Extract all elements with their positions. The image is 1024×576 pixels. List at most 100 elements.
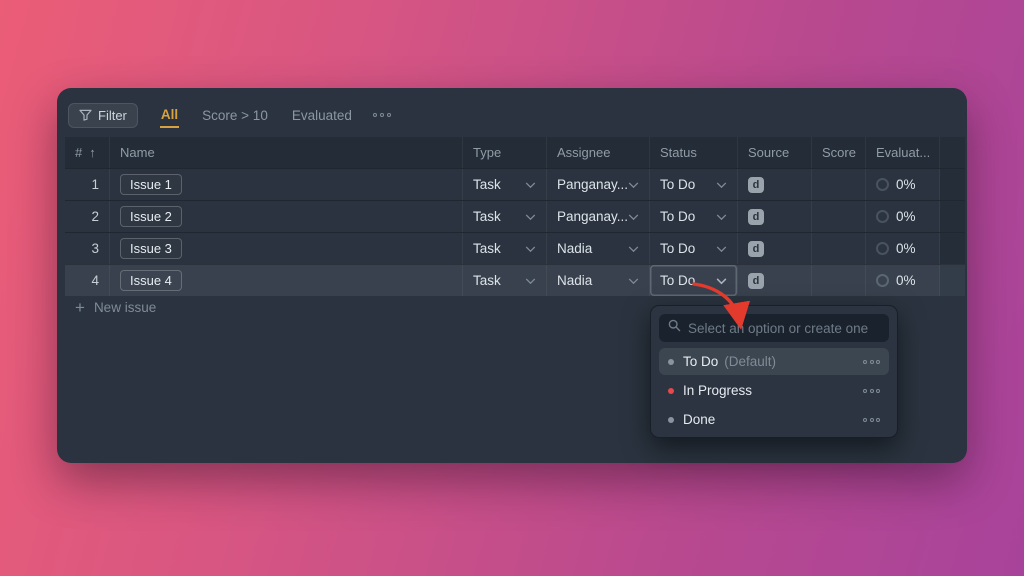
type-select[interactable]: Task xyxy=(463,169,547,200)
header-source[interactable]: Source xyxy=(738,137,812,168)
source-cell[interactable]: d xyxy=(738,233,812,264)
status-select-focused[interactable]: To Do xyxy=(650,265,738,296)
desktop-background: Filter All Score > 10 Evaluated # ↑ Name… xyxy=(0,0,1024,576)
progress-ring-icon xyxy=(876,210,889,223)
status-option-in-progress[interactable]: In Progress xyxy=(659,377,889,404)
progress-ring-icon xyxy=(876,242,889,255)
status-option-done[interactable]: Done xyxy=(659,406,889,433)
status-select[interactable]: To Do xyxy=(650,169,738,200)
header-number[interactable]: # ↑ xyxy=(65,137,110,168)
source-cell[interactable]: d xyxy=(738,169,812,200)
table-row: 3 Issue 3 Task Nadia To Do d xyxy=(65,232,965,264)
name-cell: Issue 1 xyxy=(110,169,463,200)
table-header-row: # ↑ Name Type Assignee Status Source Sco… xyxy=(65,137,965,168)
option-more-icon[interactable] xyxy=(863,360,880,364)
issue-name-chip[interactable]: Issue 2 xyxy=(120,206,182,227)
status-option-todo[interactable]: To Do (Default) xyxy=(659,348,889,375)
option-more-icon[interactable] xyxy=(863,418,880,422)
row-gutter xyxy=(940,169,965,200)
chevron-down-icon xyxy=(525,241,536,256)
table-row: 1 Issue 1 Task Panganay... To Do d xyxy=(65,168,965,200)
option-search-input[interactable] xyxy=(688,321,880,336)
chevron-down-icon xyxy=(525,177,536,192)
evaluated-cell[interactable]: 0% xyxy=(866,233,940,264)
header-score[interactable]: Score xyxy=(812,137,866,168)
header-gutter xyxy=(940,137,965,168)
status-dot-icon xyxy=(668,417,674,423)
evaluated-cell[interactable]: 0% xyxy=(866,265,940,296)
filter-button-label: Filter xyxy=(98,108,127,123)
tab-all[interactable]: All xyxy=(160,103,179,128)
source-d-badge: d xyxy=(748,177,764,193)
name-cell: Issue 2 xyxy=(110,201,463,232)
table-row-selected: 4 Issue 4 Task Nadia To Do d xyxy=(65,264,965,296)
plus-icon: + xyxy=(75,299,85,316)
score-cell[interactable] xyxy=(812,233,866,264)
chevron-down-icon xyxy=(716,273,727,288)
name-cell: Issue 3 xyxy=(110,233,463,264)
toolbar-more-icon[interactable] xyxy=(373,113,391,117)
chevron-down-icon xyxy=(525,273,536,288)
status-select[interactable]: To Do xyxy=(650,201,738,232)
source-d-badge: d xyxy=(748,273,764,289)
header-status[interactable]: Status xyxy=(650,137,738,168)
evaluated-cell[interactable]: 0% xyxy=(866,169,940,200)
assignee-select[interactable]: Nadia xyxy=(547,233,650,264)
chevron-down-icon xyxy=(716,241,727,256)
search-icon xyxy=(668,319,681,337)
row-number: 4 xyxy=(65,265,110,296)
status-dropdown-popup: To Do (Default) In Progress Done xyxy=(650,305,898,438)
tab-evaluated[interactable]: Evaluated xyxy=(291,104,353,127)
source-cell[interactable]: d xyxy=(738,265,812,296)
row-number: 3 xyxy=(65,233,110,264)
status-options-list: To Do (Default) In Progress Done xyxy=(659,348,889,433)
type-select[interactable]: Task xyxy=(463,201,547,232)
source-d-badge: d xyxy=(748,209,764,225)
assignee-select[interactable]: Nadia xyxy=(547,265,650,296)
row-number: 1 xyxy=(65,169,110,200)
assignee-select[interactable]: Panganay... xyxy=(547,201,650,232)
status-dot-icon xyxy=(668,359,674,365)
chevron-down-icon xyxy=(716,177,727,192)
chevron-down-icon xyxy=(628,273,639,288)
table-row: 2 Issue 2 Task Panganay... To Do d xyxy=(65,200,965,232)
issue-name-chip[interactable]: Issue 3 xyxy=(120,238,182,259)
row-gutter xyxy=(940,233,965,264)
progress-ring-icon xyxy=(876,178,889,191)
new-issue-label: New issue xyxy=(94,300,156,315)
filter-toolbar: Filter All Score > 10 Evaluated xyxy=(68,102,391,128)
source-cell[interactable]: d xyxy=(738,201,812,232)
source-d-badge: d xyxy=(748,241,764,257)
issue-name-chip[interactable]: Issue 1 xyxy=(120,174,182,195)
evaluated-cell[interactable]: 0% xyxy=(866,201,940,232)
tab-score-filter[interactable]: Score > 10 xyxy=(201,104,269,127)
status-dot-icon xyxy=(668,388,674,394)
row-number: 2 xyxy=(65,201,110,232)
chevron-down-icon xyxy=(628,177,639,192)
row-gutter xyxy=(940,265,965,296)
default-suffix: (Default) xyxy=(724,354,776,369)
header-type[interactable]: Type xyxy=(463,137,547,168)
header-name[interactable]: Name xyxy=(110,137,463,168)
filter-button[interactable]: Filter xyxy=(68,103,138,128)
header-assignee[interactable]: Assignee xyxy=(547,137,650,168)
assignee-select[interactable]: Panganay... xyxy=(547,169,650,200)
score-cell[interactable] xyxy=(812,169,866,200)
option-more-icon[interactable] xyxy=(863,389,880,393)
name-cell: Issue 4 xyxy=(110,265,463,296)
chevron-down-icon xyxy=(525,209,536,224)
chevron-down-icon xyxy=(716,209,727,224)
chevron-down-icon xyxy=(628,241,639,256)
row-gutter xyxy=(940,201,965,232)
funnel-icon xyxy=(79,109,92,121)
score-cell[interactable] xyxy=(812,265,866,296)
status-select[interactable]: To Do xyxy=(650,233,738,264)
option-search[interactable] xyxy=(659,314,889,342)
issue-name-chip[interactable]: Issue 4 xyxy=(120,270,182,291)
header-evaluated[interactable]: Evaluat... xyxy=(866,137,940,168)
new-issue-button[interactable]: + New issue xyxy=(75,299,156,316)
type-select[interactable]: Task xyxy=(463,265,547,296)
type-select[interactable]: Task xyxy=(463,233,547,264)
score-cell[interactable] xyxy=(812,201,866,232)
issues-table: # ↑ Name Type Assignee Status Source Sco… xyxy=(65,137,965,296)
